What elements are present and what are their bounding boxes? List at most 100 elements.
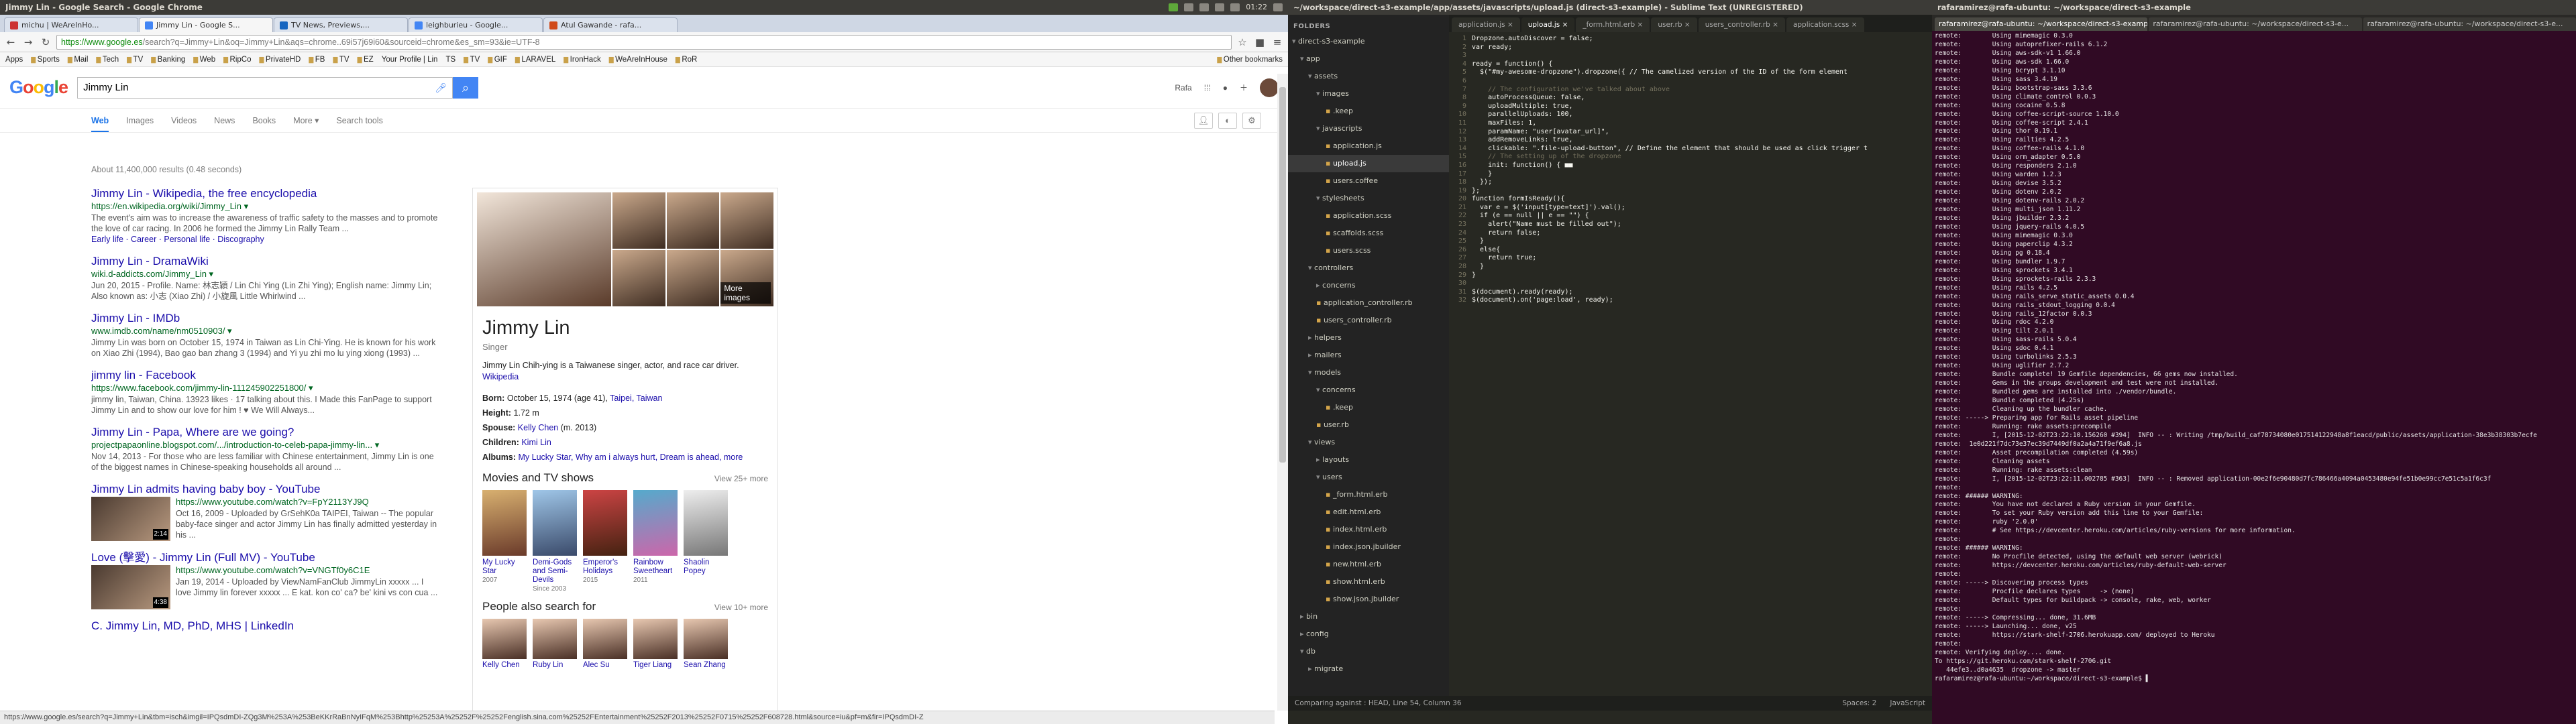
more-images-link[interactable]: More images	[720, 282, 771, 304]
bookmark-folder[interactable]: IronHack	[564, 56, 601, 64]
file-item[interactable]: users.coffee	[1288, 172, 1449, 190]
editor-tab[interactable]: users_controller.rb ×	[1698, 17, 1785, 32]
browser-tab-active[interactable]: Jimmy Lin - Google S...	[139, 17, 273, 32]
editor-tab[interactable]: application.js ×	[1452, 17, 1520, 32]
bookmark-folder[interactable]: WeAreInHouse	[609, 56, 667, 64]
movie-card[interactable]: Emperor's Holidays 2015	[583, 490, 627, 593]
file-item[interactable]: index.html.erb	[1288, 521, 1449, 538]
star-icon[interactable]: ☆	[1236, 36, 1249, 49]
tray-network-icon[interactable]	[1215, 3, 1225, 11]
person-card[interactable]: Alec Su	[583, 619, 627, 669]
browser-tab[interactable]: TV News, Previews,...	[274, 17, 408, 32]
terminal-tab[interactable]: rafaramirez@rafa-ubuntu: ~/workspace/dir…	[1935, 17, 2148, 31]
knowledge-image[interactable]	[666, 192, 720, 249]
tab-web[interactable]: Web	[91, 109, 109, 132]
tab-books[interactable]: Books	[252, 116, 276, 125]
tab-images[interactable]: Images	[126, 116, 154, 125]
clock[interactable]: 01:22	[1246, 0, 1267, 15]
folder-item[interactable]: models	[1288, 364, 1449, 381]
file-item[interactable]: .keep	[1288, 399, 1449, 416]
folder-item[interactable]: migrate	[1288, 660, 1449, 678]
file-item[interactable]: application.scss	[1288, 207, 1449, 225]
bookmark-folder[interactable]: Mail	[68, 56, 88, 64]
bookmark-folder[interactable]: TV	[127, 56, 144, 64]
folder-item[interactable]: config	[1288, 625, 1449, 643]
bookmark-folder[interactable]: RoR	[676, 56, 697, 64]
apps-grid-icon[interactable]: ⁞⁞⁞	[1204, 83, 1211, 93]
movie-card[interactable]: Rainbow Sweetheart 2011	[633, 490, 678, 593]
folder-item[interactable]: assets	[1288, 68, 1449, 85]
settings-gear-icon[interactable]	[1273, 3, 1283, 11]
terminal-tab[interactable]: rafaramirez@rafa-ubuntu: ~/workspace/dir…	[2363, 17, 2576, 31]
file-item[interactable]: scaffolds.scss	[1288, 225, 1449, 242]
browser-tab[interactable]: leighburieu - Google...	[409, 17, 543, 32]
knowledge-image[interactable]: More images	[720, 250, 773, 306]
folder-item[interactable]: users	[1288, 469, 1449, 486]
result-title-link[interactable]: Jimmy Lin - IMDb	[91, 311, 440, 326]
result-title-link[interactable]: Jimmy Lin - Papa, Where are we going?	[91, 425, 440, 440]
bookmark-folder[interactable]: TV	[333, 56, 350, 64]
result-title-link[interactable]: Love (擊愛) - Jimmy Lin (Full MV) - YouTub…	[91, 550, 440, 565]
tab-news[interactable]: News	[214, 116, 235, 125]
bookmark-apps[interactable]: Apps	[5, 56, 23, 64]
knowledge-image[interactable]	[612, 250, 665, 306]
bookmark-folder[interactable]: Sports	[31, 56, 60, 64]
file-item[interactable]: users.scss	[1288, 242, 1449, 259]
folder-item[interactable]: helpers	[1288, 329, 1449, 347]
tray-dropbox-icon[interactable]	[1184, 3, 1194, 11]
editor-tab[interactable]: _form.html.erb ×	[1576, 17, 1650, 32]
address-bar[interactable]: https://www.google.es/search?q=Jimmy+Lin…	[56, 34, 1232, 50]
file-item[interactable]: upload.js	[1288, 155, 1449, 172]
children-link[interactable]: Kimi Lin	[521, 438, 551, 447]
file-item[interactable]: users_controller.rb	[1288, 312, 1449, 329]
file-item[interactable]: edit.html.erb	[1288, 503, 1449, 521]
notifications-icon[interactable]: ●	[1223, 83, 1228, 93]
folder-item[interactable]: mailers	[1288, 347, 1449, 364]
result-title-link[interactable]: C. Jimmy Lin, MD, PhD, MHS | LinkedIn	[91, 619, 440, 634]
tab-videos[interactable]: Videos	[171, 116, 197, 125]
file-item[interactable]: show.json.jbuilder	[1288, 591, 1449, 608]
editor-tab[interactable]: application.scss ×	[1786, 17, 1864, 32]
file-item[interactable]: .keep	[1288, 103, 1449, 120]
result-url[interactable]: https://www.facebook.com/jimmy-lin-11124…	[91, 383, 440, 394]
terminal-tab[interactable]: rafaramirez@rafa-ubuntu: ~/workspace/dir…	[2149, 17, 2362, 31]
browser-tab[interactable]: Atul Gawande - rafa...	[543, 17, 678, 32]
file-item[interactable]: application.js	[1288, 137, 1449, 155]
global-results-icon[interactable]: ◐	[1218, 112, 1237, 129]
share-plus-icon[interactable]: ＋	[1240, 82, 1248, 93]
folder-item[interactable]: db	[1288, 643, 1449, 660]
syntax-setting[interactable]: JavaScript	[1890, 696, 1925, 711]
code-lines[interactable]: Dropzone.autoDiscover = false; var ready;…	[1472, 35, 1932, 696]
result-url[interactable]: wiki.d-addicts.com/Jimmy_Lin ▾	[91, 269, 440, 280]
back-icon[interactable]: ←	[4, 36, 17, 49]
folder-item[interactable]: views	[1288, 434, 1449, 451]
folder-item[interactable]: concerns	[1288, 277, 1449, 294]
file-item[interactable]: application_controller.rb	[1288, 294, 1449, 312]
bookmark-folder[interactable]: EZ	[358, 56, 374, 64]
result-title-link[interactable]: Jimmy Lin admits having baby boy - YouTu…	[91, 482, 440, 497]
tray-mail-icon[interactable]	[1199, 3, 1210, 11]
personal-results-icon[interactable]: 👤︎	[1194, 112, 1213, 129]
bookmark-folder[interactable]: PrivateHD	[260, 56, 301, 64]
file-item[interactable]: _form.html.erb	[1288, 486, 1449, 503]
tray-volume-icon[interactable]	[1230, 3, 1240, 11]
knowledge-image[interactable]	[612, 192, 665, 249]
bookmark-folder[interactable]: Web	[193, 56, 215, 64]
bookmark-folder[interactable]: FB	[309, 56, 325, 64]
other-bookmarks[interactable]: Other bookmarks	[1217, 56, 1283, 64]
file-item[interactable]: new.html.erb	[1288, 556, 1449, 573]
editor-tab[interactable]: upload.js ×	[1521, 17, 1575, 32]
result-title-link[interactable]: jimmy lin - Facebook	[91, 368, 440, 383]
person-card[interactable]: Tiger Liang	[633, 619, 678, 669]
movies-view-more[interactable]: View 25+ more	[714, 474, 768, 483]
movie-card[interactable]: Shaolin Popey	[684, 490, 728, 593]
tray-app-icon[interactable]	[1169, 3, 1179, 11]
movie-card[interactable]: My Lucky Star 2007	[482, 490, 527, 593]
knowledge-main-image[interactable]	[477, 192, 611, 306]
bookmark-folder[interactable]: Tech	[96, 56, 119, 64]
editor-tab[interactable]: user.rb ×	[1651, 17, 1697, 32]
knowledge-image[interactable]	[720, 192, 773, 249]
file-item[interactable]: user.rb	[1288, 416, 1449, 434]
result-sitelinks[interactable]: Early life · Career · Personal life · Di…	[91, 234, 440, 245]
search-button[interactable]: ⌕	[453, 76, 479, 99]
